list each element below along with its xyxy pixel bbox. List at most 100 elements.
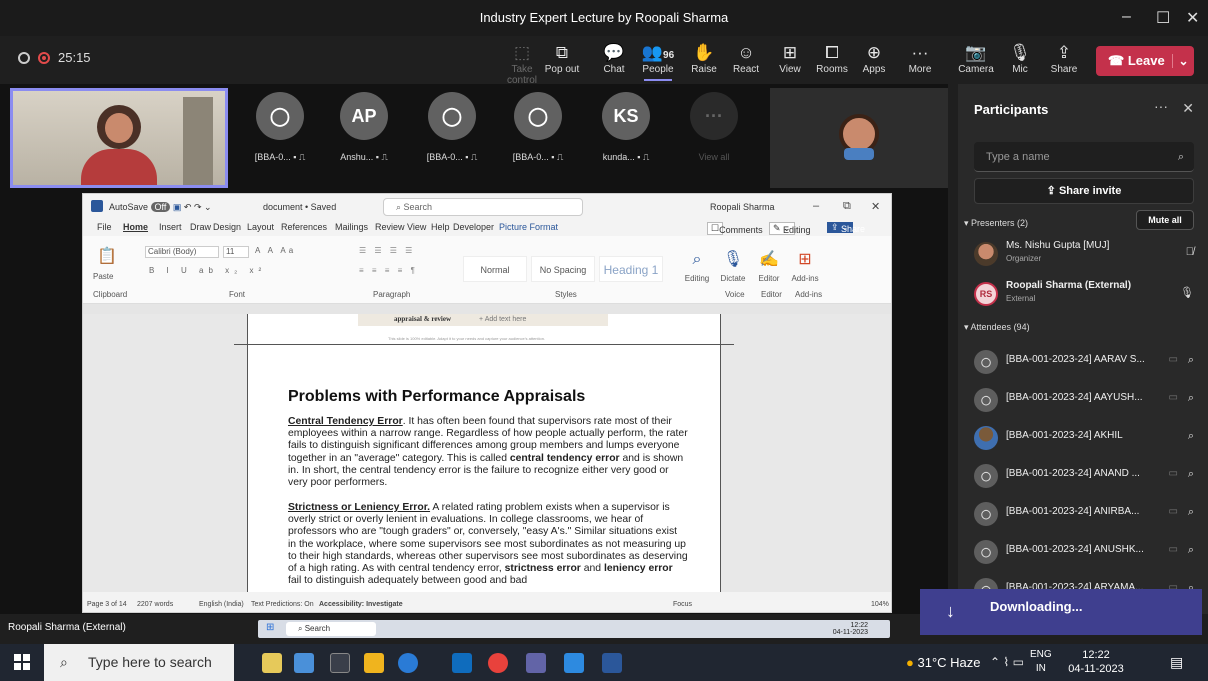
outlook-icon[interactable]	[452, 653, 472, 673]
menu-tab-file[interactable]: File	[97, 222, 112, 232]
widgets-app-icon[interactable]	[262, 653, 282, 673]
document-area[interactable]: appraisal & review + Add text here This s…	[83, 314, 891, 592]
mic-button[interactable]: 🎙 Mic	[996, 42, 1044, 75]
editing-mode-button[interactable]: ✎ Editing ⌄	[769, 222, 811, 235]
view-button[interactable]: ⊞ View	[766, 42, 814, 75]
windows-search-box[interactable]: ⌕ Type here to search	[44, 644, 234, 681]
share-invite-button[interactable]: ⇪ Share invite	[974, 178, 1194, 204]
menu-tab-mailings[interactable]: Mailings	[335, 222, 368, 232]
people-button[interactable]: 👥96 People	[634, 42, 682, 81]
participant-tile[interactable]: ◯ [BBA-0... ▪ ⎍	[410, 92, 494, 163]
notifications-icon[interactable]: ▤	[1170, 654, 1183, 671]
word-search-input[interactable]: ⌕ Search	[383, 198, 583, 216]
photos-app-icon[interactable]	[564, 653, 584, 673]
focus-button[interactable]: Focus	[673, 601, 692, 608]
menu-tab-draw[interactable]: Draw	[190, 222, 211, 232]
font-name-select[interactable]: Calibri (Body)	[145, 246, 219, 258]
weather-widget[interactable]: ● 31°C Haze	[906, 655, 981, 670]
accessibility-status[interactable]: Accessibility: Investigate	[319, 601, 403, 608]
paragraph-buttons[interactable]: ☰ ☰ ☰ ☰	[359, 246, 415, 255]
font-size-select[interactable]: 11	[223, 246, 249, 258]
attendees-header[interactable]: ▾ Attendees (94)	[964, 322, 1030, 333]
document-scrollbar[interactable]	[879, 440, 885, 592]
attendee-row[interactable]: [BBA-001-2023-24] AKHIL ⌕	[974, 422, 1198, 456]
attendee-row[interactable]: ◯ [BBA-001-2023-24] ANUSHK... ▭ ⌕	[974, 536, 1198, 570]
zoom-level[interactable]: 104%	[871, 601, 889, 608]
download-toast[interactable]: ↓ Downloading...	[920, 589, 1202, 635]
add-ins-button[interactable]: ⊞ Add-ins	[787, 246, 823, 283]
camera-button[interactable]: 📷 Camera	[952, 42, 1000, 75]
menu-tab-help[interactable]: Help	[431, 222, 450, 232]
font-format-buttons[interactable]: B I U ab x₂ x²	[149, 266, 266, 275]
menu-tab-references[interactable]: References	[281, 222, 327, 232]
presenter-row[interactable]: Ms. Nishu Gupta [MUJ] Organizer 🎙̸	[974, 238, 1198, 272]
close-panel-icon[interactable]: ✕	[1182, 100, 1194, 117]
user-app-icon[interactable]	[294, 653, 314, 673]
style-heading-1[interactable]: Heading 1	[599, 256, 663, 282]
style-no-spacing[interactable]: No Spacing	[531, 256, 595, 282]
menu-tab-home[interactable]: Home	[123, 222, 148, 232]
menu-tab-insert[interactable]: Insert	[159, 222, 182, 232]
participant-video[interactable]	[770, 88, 948, 188]
menu-tab-picture-format[interactable]: Picture Format	[499, 222, 558, 232]
attendee-row[interactable]: ◯ [BBA-001-2023-24] ANAND ... ▭ ⌕	[974, 460, 1198, 494]
file-explorer-icon[interactable]	[364, 653, 384, 673]
word-count[interactable]: 2207 words	[137, 601, 173, 608]
editing-button[interactable]: ⌕ Editing	[679, 246, 715, 283]
text-predictions[interactable]: Text Predictions: On	[251, 601, 314, 608]
style-normal[interactable]: Normal	[463, 256, 527, 282]
language-status[interactable]: English (India)	[199, 601, 244, 608]
word-minimize-icon[interactable]: –	[813, 200, 819, 212]
paste-label[interactable]: Paste	[93, 272, 113, 281]
word-user-name[interactable]: Roopali Sharma	[710, 202, 775, 212]
word-share-button[interactable]: ⇪ Share ⌄	[827, 222, 865, 234]
menu-tab-view[interactable]: View	[407, 222, 426, 232]
share-button[interactable]: ⇪ Share	[1040, 42, 1088, 75]
minimize-icon[interactable]: –	[1122, 8, 1131, 26]
page-count[interactable]: Page 3 of 14	[87, 601, 127, 608]
font-size-buttons[interactable]: A A Aa	[255, 246, 296, 255]
dictate-button[interactable]: 🎙 Dictate	[715, 246, 751, 283]
leave-button[interactable]: ☎ Leave ⌄	[1096, 46, 1194, 76]
apps-button[interactable]: ⊕ Apps	[850, 42, 898, 75]
participant-search-input[interactable]: Type a name ⌕	[974, 142, 1194, 172]
chevron-down-icon[interactable]: ⌄	[1172, 54, 1194, 68]
maximize-icon[interactable]: ☐	[1156, 8, 1170, 28]
more-options-icon[interactable]: ···	[1154, 98, 1168, 114]
react-button[interactable]: ☺ React	[722, 42, 770, 75]
participant-tile[interactable]: ◯ [BBA-0... ▪ ⎍	[238, 92, 322, 163]
pop-out-button[interactable]: ⧉ Pop out	[538, 42, 586, 75]
participant-tile[interactable]: ◯ [BBA-0... ▪ ⎍	[496, 92, 580, 163]
attendee-row[interactable]: ◯ [BBA-001-2023-24] AAYUSH... ▭ ⌕	[974, 384, 1198, 418]
mute-all-button[interactable]: Mute all	[1136, 210, 1194, 230]
autosave-toggle[interactable]: AutoSave Off ▣ ↶ ↷ ⌄	[109, 202, 212, 213]
close-icon[interactable]: ✕	[1186, 8, 1199, 28]
menu-tab-review[interactable]: Review	[375, 222, 405, 232]
word-close-icon[interactable]: ✕	[871, 200, 880, 213]
more-button[interactable]: ··· More	[896, 42, 944, 75]
chrome-icon[interactable]	[488, 653, 508, 673]
presenter-video[interactable]	[10, 88, 228, 188]
word-restore-icon[interactable]: ⧉	[843, 200, 851, 213]
view-all-tile[interactable]: ··· View all	[672, 92, 756, 162]
windows-start-button[interactable]	[14, 654, 30, 670]
task-view-icon[interactable]	[330, 653, 350, 673]
attendee-row[interactable]: ◯ [BBA-001-2023-24] ANIRBA... ▭ ⌕	[974, 498, 1198, 532]
editor-button[interactable]: ✍ Editor	[751, 246, 787, 283]
menu-tab-developer[interactable]: Developer	[453, 222, 494, 232]
participant-tile[interactable]: AP Anshu... ▪ ⎍	[322, 92, 406, 163]
word-app-icon[interactable]	[602, 653, 622, 673]
language-indicator[interactable]: ENG IN	[1030, 648, 1052, 676]
menu-tab-layout[interactable]: Layout	[247, 222, 274, 232]
comments-button[interactable]: ☐ Comments	[707, 222, 763, 235]
menu-tab-design[interactable]: Design	[213, 222, 241, 232]
presenter-row[interactable]: RS Roopali Sharma (External) External 🎙	[974, 278, 1198, 312]
document-title[interactable]: document • Saved	[263, 202, 336, 212]
raise-button[interactable]: ✋ Raise	[680, 42, 728, 75]
teams-icon[interactable]	[526, 653, 546, 673]
presenters-header[interactable]: ▾ Presenters (2)	[964, 218, 1028, 229]
participant-tile[interactable]: KS kunda... ▪ ⎍	[584, 92, 668, 163]
chat-button[interactable]: 💬 Chat	[590, 42, 638, 75]
edge-browser-icon[interactable]	[398, 653, 418, 673]
system-clock[interactable]: 12:22 04-11-2023	[1064, 648, 1128, 676]
